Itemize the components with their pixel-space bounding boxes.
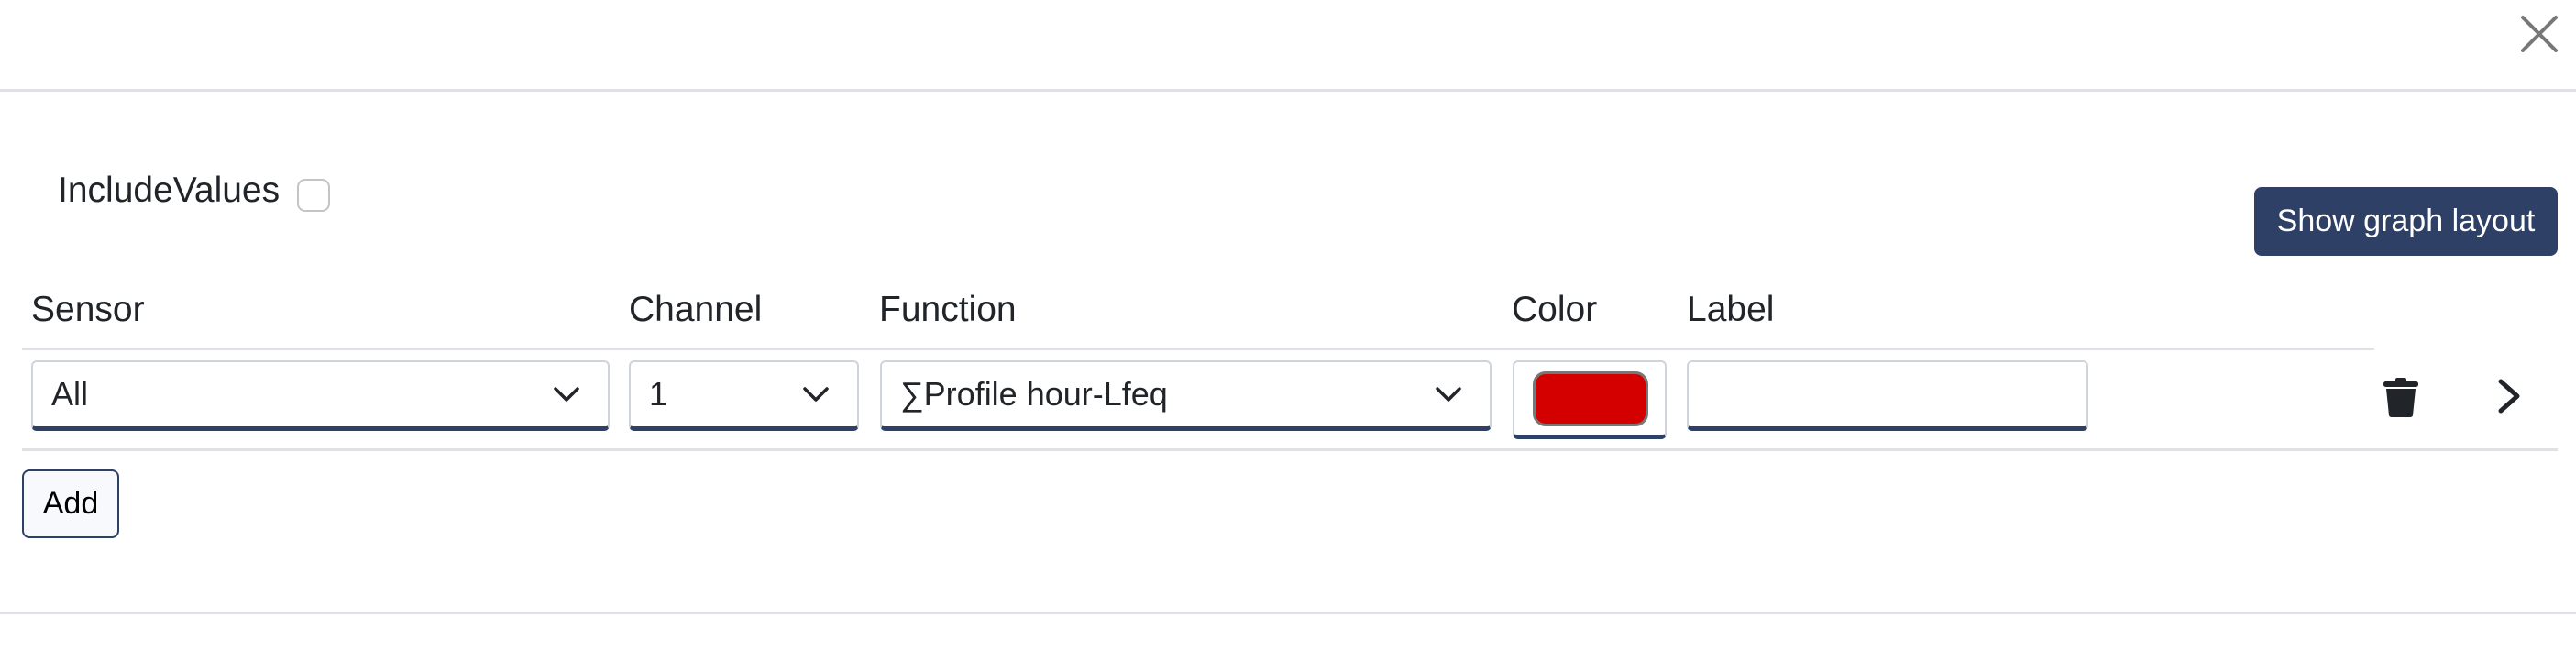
column-header-color: Color (1512, 290, 1598, 329)
label-input[interactable] (1687, 360, 2088, 431)
column-header-sensor: Sensor (31, 290, 145, 329)
close-icon[interactable] (2519, 14, 2559, 54)
color-picker[interactable] (1513, 360, 1667, 439)
sensor-select[interactable]: All (31, 360, 610, 431)
column-header-channel: Channel (629, 290, 763, 329)
footer-divider (0, 612, 2576, 614)
function-select[interactable]: ∑Profile hour-Lfeq (880, 360, 1492, 431)
color-swatch[interactable] (1533, 371, 1648, 426)
include-values-checkbox[interactable] (297, 179, 330, 212)
header-divider (0, 89, 2576, 92)
column-header-function: Function (879, 290, 1017, 329)
include-values-label: IncludeValues (58, 171, 281, 210)
add-button[interactable]: Add (22, 469, 119, 538)
sensor-select-value: All (51, 375, 89, 413)
table-header-divider (22, 348, 2374, 350)
channel-select-value: 1 (649, 375, 668, 413)
chevron-right-icon[interactable] (2495, 378, 2523, 414)
chevron-down-icon (803, 387, 829, 402)
chevron-down-icon (1436, 387, 1461, 402)
trash-icon[interactable] (2382, 376, 2420, 418)
function-select-value: ∑Profile hour-Lfeq (900, 375, 1168, 413)
column-header-label: Label (1687, 290, 1775, 329)
row-divider (22, 448, 2558, 451)
channel-select[interactable]: 1 (629, 360, 859, 431)
chevron-down-icon (554, 387, 579, 402)
show-graph-layout-button[interactable]: Show graph layout (2254, 187, 2558, 256)
